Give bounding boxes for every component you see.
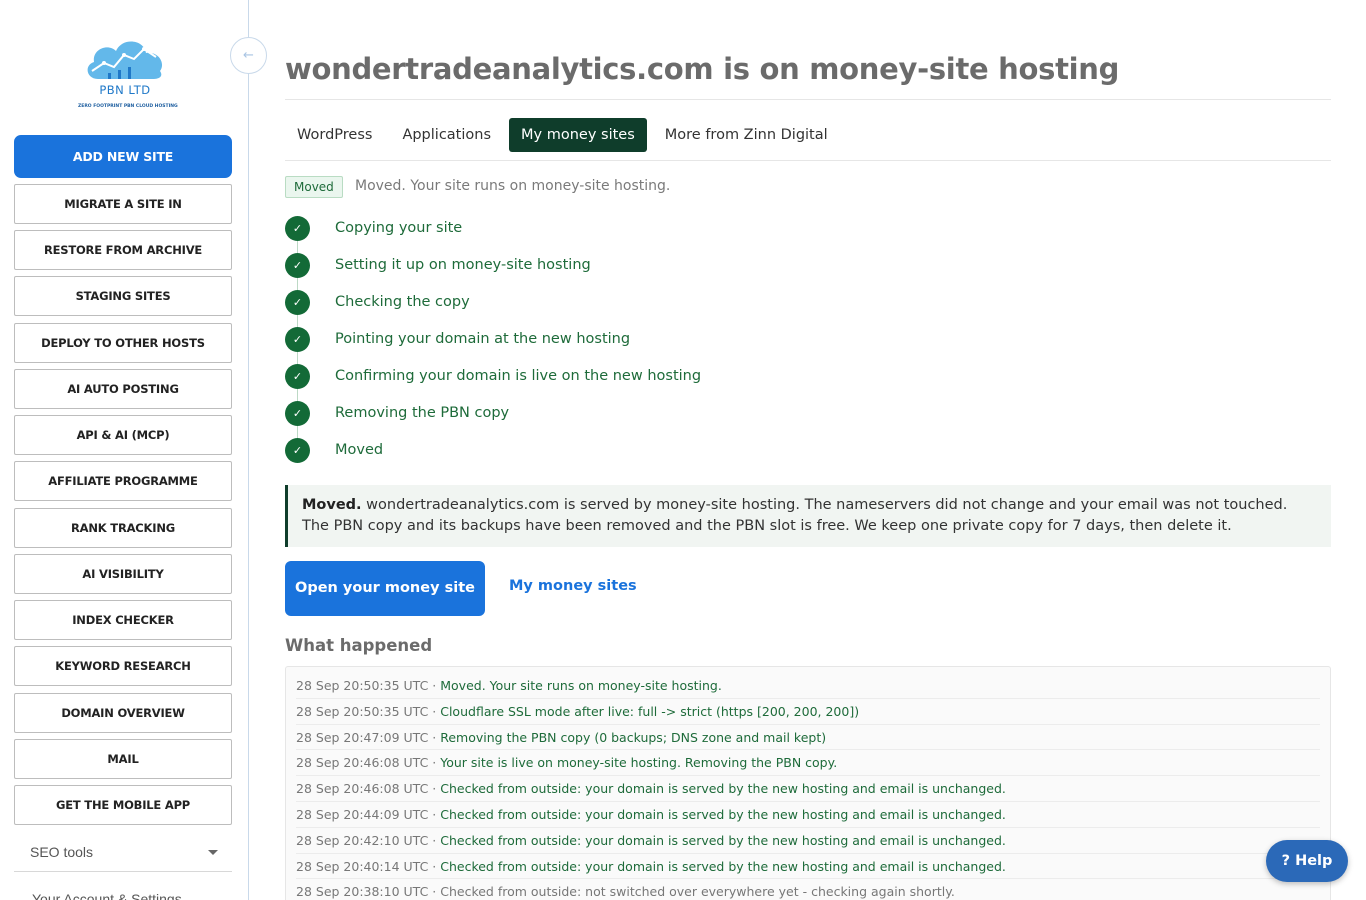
divider [285, 160, 1331, 161]
restore-archive-button[interactable]: RESTORE FROM ARCHIVE [14, 230, 232, 270]
log-message: Moved. Your site runs on money-site host… [440, 678, 722, 693]
brand-tagline: ZERO FOOTPRINT PBN CLOUD HOSTING [78, 104, 178, 109]
staging-sites-button[interactable]: STAGING SITES [14, 276, 232, 316]
log-message: Removing the PBN copy (0 backups; DNS zo… [440, 729, 827, 745]
divider [285, 99, 1331, 100]
log-row: 28 Sep 20:50:35 UTC · Moved. Your site r… [296, 673, 1320, 699]
index-checker-button[interactable]: INDEX CHECKER [14, 600, 232, 640]
chevron-down-icon [208, 850, 218, 855]
seo-tools-label: SEO tools [30, 844, 94, 860]
status-badge: Moved [285, 176, 343, 198]
cloud-chart-icon [87, 41, 163, 79]
check-icon: ✓ [285, 438, 310, 463]
log-timestamp: 28 Sep 20:46:08 UTC · [296, 755, 441, 771]
step-label: Checking the copy [335, 294, 470, 310]
tab-applications[interactable]: Applications [390, 118, 503, 152]
log-message: Checked from outside: your domain is ser… [440, 806, 1006, 822]
log-timestamp: 28 Sep 20:44:09 UTC · [296, 806, 441, 822]
add-new-site-button[interactable]: ADD NEW SITE [14, 135, 232, 178]
log-row: 28 Sep 20:50:35 UTC · Cloudflare SSL mod… [296, 699, 1320, 725]
activity-log: 28 Sep 20:50:35 UTC · Moved. Your site r… [285, 666, 1331, 900]
log-timestamp: 28 Sep 20:50:35 UTC · [296, 678, 441, 693]
account-settings-link[interactable]: Your Account & Settings [32, 891, 182, 900]
notice-strong: Moved. [302, 497, 362, 513]
log-timestamp: 28 Sep 20:47:09 UTC · [296, 729, 441, 745]
log-row: 28 Sep 20:42:10 UTC · Checked from outsi… [296, 828, 1320, 854]
log-row: 28 Sep 20:46:08 UTC · Your site is live … [296, 750, 1320, 777]
tab-bar: WordPress Applications My money sites Mo… [285, 118, 846, 152]
affiliate-programme-button[interactable]: AFFILIATE PROGRAMME [14, 461, 232, 501]
step-label: Removing the PBN copy [335, 405, 510, 421]
what-happened-heading: What happened [285, 636, 433, 655]
check-icon: ✓ [285, 364, 310, 389]
tab-my-money-sites[interactable]: My money sites [509, 118, 647, 152]
my-money-sites-link[interactable]: My money sites [509, 578, 637, 594]
log-timestamp: 28 Sep 20:42:10 UTC · [296, 832, 441, 848]
mobile-app-button[interactable]: GET THE MOBILE APP [14, 785, 232, 825]
help-button[interactable]: ? Help [1266, 840, 1348, 882]
domain-overview-button[interactable]: DOMAIN OVERVIEW [14, 693, 232, 733]
step-label: Pointing your domain at the new hosting [335, 331, 631, 347]
arrow-left-icon: ← [243, 48, 254, 63]
keyword-research-button[interactable]: KEYWORD RESEARCH [14, 646, 232, 686]
step-label: Moved [335, 442, 384, 458]
log-message: Checked from outside: your domain is ser… [440, 781, 1006, 797]
migrate-site-button[interactable]: MIGRATE A SITE IN [14, 184, 232, 224]
rank-tracking-button[interactable]: RANK TRACKING [14, 508, 232, 548]
log-timestamp: 28 Sep 20:38:10 UTC · [296, 884, 441, 900]
brand-name: PBN LTD [99, 83, 151, 97]
mail-button[interactable]: MAIL [14, 739, 232, 779]
check-icon: ✓ [285, 253, 310, 278]
log-row: 28 Sep 20:38:10 UTC · Checked from outsi… [296, 879, 1320, 900]
api-ai-mcp-button[interactable]: API & AI (MCP) [14, 415, 232, 455]
step-label: Setting it up on money-site hosting [335, 257, 591, 273]
tab-more-from-zinn-digital[interactable]: More from Zinn Digital [653, 118, 840, 152]
success-notice: Moved. wondertradeanalytics.com is serve… [285, 485, 1331, 547]
status-text: Moved. Your site runs on money-site host… [355, 178, 671, 194]
log-timestamp: 28 Sep 20:40:14 UTC · [296, 858, 441, 874]
sidebar: PBN LTD ZERO FOOTPRINT PBN CLOUD HOSTING… [0, 0, 249, 900]
log-message: Checked from outside: your domain is ser… [440, 858, 1006, 874]
collapse-sidebar-button[interactable]: ← [230, 37, 267, 74]
log-message: Your site is live on money-site hosting.… [440, 755, 838, 771]
step-label: Copying your site [335, 220, 463, 236]
check-icon: ✓ [285, 401, 310, 426]
log-row: 28 Sep 20:47:09 UTC · Removing the PBN c… [296, 725, 1320, 751]
log-row: 28 Sep 20:46:08 UTC · Checked from outsi… [296, 776, 1320, 802]
open-money-site-button[interactable]: Open your money site [285, 561, 485, 616]
check-icon: ✓ [285, 290, 310, 315]
log-message: Checked from outside: your domain is ser… [440, 832, 1006, 848]
log-row: 28 Sep 20:40:14 UTC · Checked from outsi… [296, 854, 1320, 880]
page-title: wondertradeanalytics.com is on money-sit… [285, 52, 1120, 86]
ai-auto-posting-button[interactable]: AI AUTO POSTING [14, 369, 232, 409]
brand-logo[interactable]: PBN LTD ZERO FOOTPRINT PBN CLOUD HOSTING [78, 33, 178, 113]
log-message: Cloudflare SSL mode after live: full -> … [440, 703, 860, 719]
tab-wordpress[interactable]: WordPress [285, 118, 384, 152]
log-message: Checked from outside: not switched over … [440, 884, 955, 900]
notice-text: wondertradeanalytics.com is served by mo… [302, 497, 1288, 534]
check-icon: ✓ [285, 216, 310, 241]
seo-tools-dropdown[interactable]: SEO tools [14, 834, 232, 872]
check-icon: ✓ [285, 327, 310, 352]
step-label: Confirming your domain is live on the ne… [335, 368, 702, 384]
log-timestamp: 28 Sep 20:50:35 UTC · [296, 703, 441, 719]
log-timestamp: 28 Sep 20:46:08 UTC · [296, 781, 441, 797]
ai-visibility-button[interactable]: AI VISIBILITY [14, 554, 232, 594]
deploy-other-hosts-button[interactable]: DEPLOY TO OTHER HOSTS [14, 323, 232, 363]
log-row: 28 Sep 20:44:09 UTC · Checked from outsi… [296, 802, 1320, 828]
